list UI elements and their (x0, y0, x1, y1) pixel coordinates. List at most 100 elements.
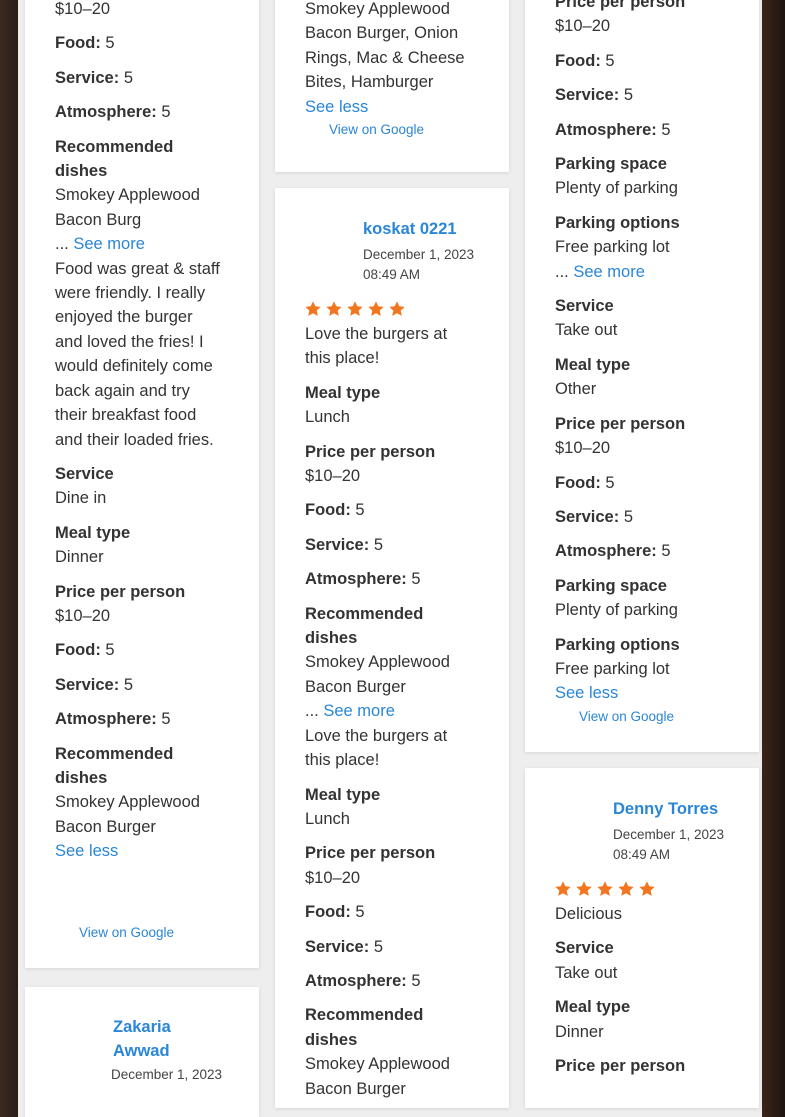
recommended-dish: Smokey Applewood (305, 653, 450, 672)
atmosphere-rating: Atmosphere: 5 (55, 710, 171, 729)
price-label: Price per person (555, 414, 686, 433)
meal-type-value: Other (555, 380, 597, 399)
review-details: Love the burgers at this place! Meal typ… (305, 322, 485, 1101)
price-value: $10–20 (55, 0, 111, 18)
recommended-label: Recommended dishes (305, 1006, 424, 1049)
service-rating: Service: 5 (55, 68, 133, 87)
star-rating (554, 880, 658, 898)
recommended-dish: Smokey Applewood (305, 0, 450, 18)
star-icon (367, 300, 387, 318)
recommended-label: Recommended dishes (305, 604, 424, 648)
service-rating: Service: 5 (555, 86, 633, 105)
atmosphere-rating: Atmosphere: 5 (305, 570, 421, 589)
service-type-label: Service (555, 297, 614, 316)
recommended-dish: Bacon Burger (305, 677, 406, 696)
parking-options-label: Parking options (555, 635, 680, 654)
star-icon (325, 300, 345, 318)
food-rating: Food: 5 (55, 34, 115, 53)
see-more-row: ... See more (555, 262, 645, 281)
atmosphere-rating: Atmosphere: 5 (555, 542, 671, 561)
atmosphere-rating: Atmosphere: 5 (305, 971, 421, 990)
review-text: were friendly. I really (55, 284, 206, 303)
meal-type-label: Meal type (555, 998, 631, 1017)
parking-space-value: Plenty of parking (555, 179, 678, 198)
food-rating: Food: 5 (55, 641, 115, 660)
price-label: Price per person (555, 0, 686, 11)
recommended-dish: Bacon Burger, Onion (305, 24, 459, 43)
parking-options-value: Free parking lot (555, 659, 670, 678)
atmosphere-rating: Atmosphere: 5 (55, 103, 171, 122)
price-value: $10–20 (555, 17, 611, 36)
service-type-label: Service (555, 939, 614, 958)
service-type-value: Take out (555, 963, 618, 982)
review-time: 08:49 AM (613, 847, 671, 862)
recommended-dish: Bacon Burg (55, 210, 142, 229)
price-value: $10–20 (55, 606, 111, 625)
star-icon (638, 880, 658, 898)
review-date: December 1, 2023 (111, 1067, 223, 1082)
review-card: koskat 0221 December 1, 2023 08:49 AM Lo… (275, 188, 509, 1108)
view-on-google-link[interactable]: View on Google (329, 122, 485, 137)
parking-space-value: Plenty of parking (555, 601, 678, 620)
parking-space-label: Parking space (555, 155, 667, 174)
review-card: Smokey Applewood Bacon Burger, Onion Rin… (275, 0, 509, 172)
view-on-google-link[interactable]: View on Google (79, 925, 235, 940)
recommended-dish: Smokey Applewood (305, 1055, 450, 1074)
see-less-link[interactable]: See less (555, 681, 735, 705)
service-rating: Service: 5 (305, 535, 383, 554)
see-more-link[interactable]: See more (573, 263, 645, 281)
meal-type-value: Dinner (555, 1022, 604, 1041)
parking-options-value: Free parking lot (555, 238, 670, 257)
review-text: Love the burgers at (305, 726, 448, 745)
review-text: this place! (305, 751, 380, 770)
review-text: and their loaded fries. (55, 430, 214, 449)
reviewer-name[interactable]: Zakaria Awwad (113, 1015, 171, 1063)
review-text: would definitely come (55, 357, 213, 376)
see-more-link[interactable]: See more (73, 235, 145, 253)
recommended-dish: Bacon Burger (55, 817, 156, 836)
service-rating: Service: 5 (305, 937, 383, 956)
service-type-label: Service (55, 464, 114, 483)
price-value: $10–20 (305, 868, 361, 887)
meal-type-value: Lunch (305, 408, 350, 427)
review-date: December 1, 2023 (613, 827, 725, 842)
parking-options-label: Parking options (555, 213, 680, 232)
recommended-dish: Smokey Applewood (55, 793, 200, 812)
atmosphere-rating: Atmosphere: 5 (555, 120, 671, 139)
reviewer-name[interactable]: koskat 0221 (363, 217, 457, 241)
review-details: Smokey Applewood Bacon Burger, Onion Rin… (305, 0, 485, 137)
review-text: Food was great & staff (55, 259, 220, 278)
star-icon (575, 880, 595, 898)
review-date: December 1, 2023 (363, 247, 475, 262)
meal-type-label: Meal type (555, 355, 631, 374)
see-more-link[interactable]: See more (323, 702, 395, 720)
review-card: $10–20 Food: 5 Service: 5 Atmosphere: 5 … (25, 0, 259, 968)
review-text: this place! (305, 349, 380, 368)
price-value: $10–20 (305, 467, 361, 486)
price-label: Price per person (555, 1057, 686, 1076)
review-details: Delicious Service Take out Meal type Din… (555, 902, 735, 1078)
recommended-dish: Smokey Applewood (55, 186, 200, 205)
view-on-google-link[interactable]: View on Google (579, 709, 735, 724)
meal-type-value: Dinner (55, 548, 104, 567)
review-text: back again and try (55, 381, 190, 400)
service-rating: Service: 5 (55, 675, 133, 694)
price-label: Price per person (305, 442, 436, 461)
review-details: $10–20 Food: 5 Service: 5 Atmosphere: 5 … (55, 0, 235, 940)
star-icon (346, 300, 366, 318)
review-text: and loved the fries! I (55, 332, 204, 351)
star-icon (388, 300, 408, 318)
star-icon (596, 880, 616, 898)
see-less-link[interactable]: See less (305, 95, 485, 119)
review-text: Delicious (555, 905, 622, 923)
price-label: Price per person (305, 844, 436, 863)
service-type-value: Dine in (55, 489, 107, 508)
food-rating: Food: 5 (555, 473, 615, 492)
price-label: Price per person (55, 582, 186, 601)
food-rating: Food: 5 (305, 501, 365, 520)
reviewer-name[interactable]: Denny Torres (613, 797, 718, 821)
review-text: their breakfast food (55, 406, 197, 425)
see-more-row: ... See more (305, 702, 395, 721)
see-less-link[interactable]: See less (55, 839, 235, 863)
star-icon (554, 880, 574, 898)
